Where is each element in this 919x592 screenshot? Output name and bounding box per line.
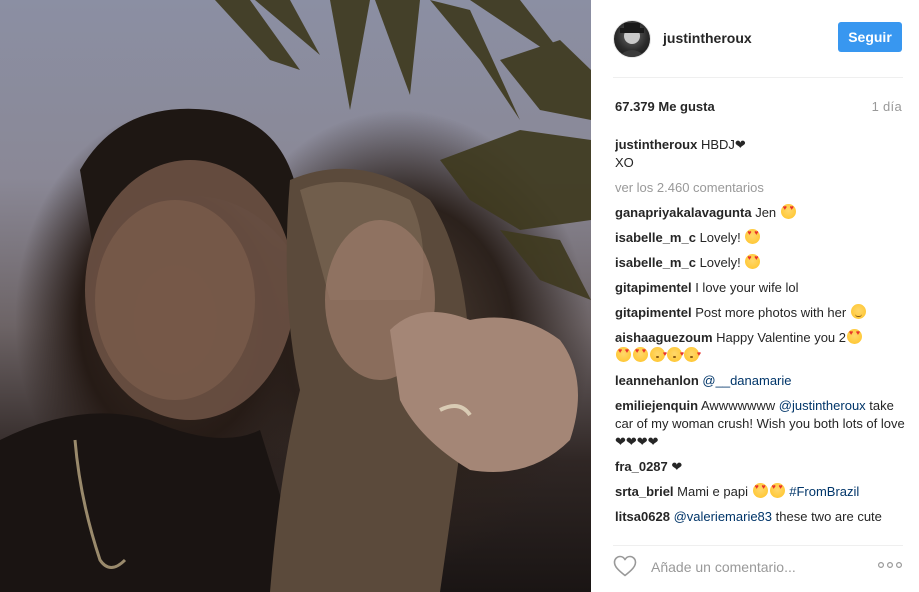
divider <box>613 545 903 546</box>
comment-username[interactable]: leannehanlon <box>615 373 699 388</box>
comment-text: Lovely! <box>699 230 741 245</box>
avatar-image <box>618 23 646 57</box>
comment-item: aishaaguezoum Happy Valentine you 2 <box>615 329 905 365</box>
photo-scene <box>0 0 591 592</box>
mention-link[interactable]: @justintheroux <box>779 398 866 413</box>
comment-username[interactable]: litsa0628 <box>615 509 670 524</box>
comment-text: I love your wife lol <box>695 280 799 295</box>
heart-eyes-emoji-icon <box>780 204 796 219</box>
post-timestamp[interactable]: 1 día <box>872 99 902 114</box>
comment-username[interactable]: isabelle_m_c <box>615 230 696 245</box>
heart-eyes-emoji-icon <box>745 229 761 244</box>
comment-username[interactable]: gitapimentel <box>615 305 692 320</box>
hearts-icon: ❤❤❤❤ <box>615 434 659 449</box>
comment-text: Happy Valentine you 2 <box>716 330 847 345</box>
post-sidebar: justintheroux Seguir 67.379 Me gusta 1 d… <box>591 0 919 592</box>
likes-count[interactable]: 67.379 Me gusta <box>615 99 715 114</box>
post-header: justintheroux Seguir <box>613 20 903 58</box>
comment-text: Lovely! <box>699 255 741 270</box>
comment-item: ganapriyakalavagunta Jen <box>615 204 905 222</box>
kissing-emoji-icon <box>667 346 684 364</box>
comment-item: fra_0287 ❤ <box>615 458 905 476</box>
comment-item: litsa0628 @valeriemarie83 these two are … <box>615 508 905 526</box>
comment-username[interactable]: gitapimentel <box>615 280 692 295</box>
comment-text: these two are cute <box>775 509 882 524</box>
comment-item: gitapimentel I love your wife lol <box>615 279 905 297</box>
heart-eyes-emoji-icon <box>745 254 761 269</box>
comment-username[interactable]: ganapriyakalavagunta <box>615 205 752 220</box>
heart-icon: ❤ <box>734 137 746 152</box>
comment-text: Awwwwwww <box>700 398 776 413</box>
add-comment-input[interactable] <box>649 556 863 578</box>
follow-button[interactable]: Seguir <box>838 22 902 52</box>
heart-icon: ❤ <box>671 459 683 474</box>
comment-bar <box>613 552 903 582</box>
comment-item: leannehanlon @__danamarie <box>615 372 905 390</box>
heart-eyes-emoji-icon <box>633 347 648 362</box>
comment-username[interactable]: emiliejenquin <box>615 398 698 413</box>
post-photo[interactable] <box>0 0 591 592</box>
heart-outline-icon[interactable] <box>613 555 637 577</box>
comment-item: isabelle_m_c Lovely! <box>615 254 905 272</box>
comment-item: gitapimentel Post more photos with her <box>615 304 905 322</box>
instagram-post-modal: justintheroux Seguir 67.379 Me gusta 1 d… <box>0 0 919 592</box>
caption-text: HBDJ <box>700 137 735 152</box>
heart-eyes-emoji-icon <box>769 483 785 498</box>
comment-username[interactable]: isabelle_m_c <box>615 255 696 270</box>
comment-text: Jen <box>755 205 777 220</box>
comments-list[interactable]: justintheroux HBDJ❤ XO ver los 2.460 com… <box>615 136 905 536</box>
heart-eyes-emoji-icon <box>847 329 863 344</box>
comment-item: emiliejenquin Awwwwwww @justintheroux ta… <box>615 397 905 451</box>
ellipsis-icon[interactable] <box>877 557 903 573</box>
heart-eyes-emoji-icon <box>616 347 631 362</box>
comment-text: Post more photos with her <box>695 305 847 320</box>
username-link[interactable]: justintheroux <box>663 30 752 46</box>
kissing-emoji-icon <box>650 346 667 364</box>
comment-text: Mami e papi <box>677 484 748 499</box>
comment-item: srta_briel Mami e papi #FromBrazil <box>615 483 905 501</box>
caption-username[interactable]: justintheroux <box>615 137 697 152</box>
comment-username[interactable]: aishaaguezoum <box>615 330 713 345</box>
caption: justintheroux HBDJ❤ XO <box>615 136 905 172</box>
caption-text-line2: XO <box>615 155 634 170</box>
comment-username[interactable]: fra_0287 <box>615 459 668 474</box>
kissing-emoji-icon <box>684 346 701 364</box>
comment-item: isabelle_m_c Lovely! <box>615 229 905 247</box>
wink-emoji-icon <box>850 304 866 319</box>
hashtag-link[interactable]: #FromBrazil <box>789 484 859 499</box>
view-all-comments-link[interactable]: ver los 2.460 comentarios <box>615 179 905 197</box>
comment-username[interactable]: srta_briel <box>615 484 674 499</box>
heart-eyes-emoji-icon <box>752 483 768 498</box>
divider <box>613 77 903 78</box>
mention-link[interactable]: @valeriemarie83 <box>674 509 772 524</box>
avatar[interactable] <box>613 20 651 58</box>
mention-link[interactable]: @__danamarie <box>702 373 791 388</box>
